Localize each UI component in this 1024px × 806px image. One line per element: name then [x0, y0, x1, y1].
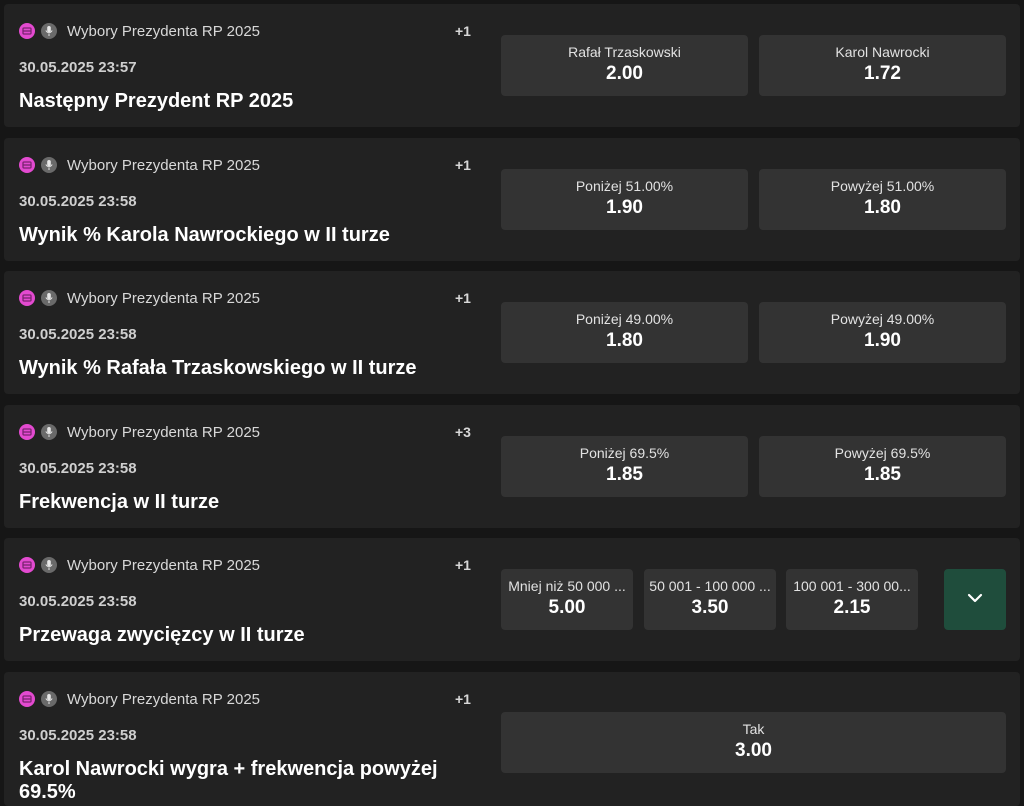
more-markets-link[interactable]: +3 — [455, 424, 471, 440]
odds-value: 2.15 — [833, 597, 871, 618]
odds-value: 1.80 — [606, 330, 643, 351]
event-title[interactable]: Wynik % Karola Nawrockiego w II turze — [19, 224, 489, 247]
odds-value: 3.00 — [735, 740, 772, 761]
odds-button[interactable]: Powyżej 69.5% 1.85 — [759, 436, 1006, 497]
outcome-label: Rafał Trzaskowski — [568, 44, 681, 60]
odds-button[interactable]: Karol Nawrocki 1.72 — [759, 35, 1006, 96]
event-list: Wybory Prezydenta RP 2025 +1 30.05.2025 … — [0, 0, 1024, 806]
league-name[interactable]: Wybory Prezydenta RP 2025 — [67, 557, 260, 574]
more-markets-link[interactable]: +1 — [455, 691, 471, 707]
microphone-icon — [41, 557, 57, 573]
event-datetime: 30.05.2025 23:58 — [19, 193, 137, 210]
microphone-icon — [41, 691, 57, 707]
event-title[interactable]: Następny Prezydent RP 2025 — [19, 90, 489, 113]
more-markets-link[interactable]: +1 — [455, 157, 471, 173]
outcome-label: Powyżej 51.00% — [830, 178, 935, 194]
more-markets-link[interactable]: +1 — [455, 23, 471, 39]
event-title[interactable]: Wynik % Rafała Trzaskowskiego w II turze — [19, 357, 489, 380]
outcome-label: Karol Nawrocki — [835, 44, 930, 60]
odds-button[interactable]: 100 001 - 300 00... 2.15 — [786, 569, 918, 630]
event-title[interactable]: Frekwencja w II turze — [19, 491, 489, 514]
outcome-label: Poniżej 69.5% — [579, 445, 670, 461]
outcome-label: 100 001 - 300 00... — [793, 578, 911, 594]
more-markets-link[interactable]: +1 — [455, 557, 471, 573]
event-meta: Wybory Prezydenta RP 2025 — [19, 289, 260, 307]
outcome-label: 50 001 - 100 000 ... — [649, 578, 771, 594]
event-datetime: 30.05.2025 23:58 — [19, 460, 137, 477]
event-datetime: 30.05.2025 23:58 — [19, 727, 137, 744]
event-datetime: 30.05.2025 23:58 — [19, 326, 137, 343]
more-markets-link[interactable]: +1 — [455, 290, 471, 306]
event-title[interactable]: Karol Nawrocki wygra + frekwencja powyże… — [19, 758, 489, 804]
odds-button[interactable]: Powyżej 49.00% 1.90 — [759, 302, 1006, 363]
league-name[interactable]: Wybory Prezydenta RP 2025 — [67, 691, 260, 708]
microphone-icon — [41, 157, 57, 173]
event-card[interactable]: Wybory Prezydenta RP 2025 +1 30.05.2025 … — [4, 672, 1020, 806]
poland-flag-icon — [19, 424, 35, 440]
odds-value: 1.90 — [606, 197, 643, 218]
odds-button[interactable]: Mniej niż 50 000 ... 5.00 — [501, 569, 633, 630]
league-name[interactable]: Wybory Prezydenta RP 2025 — [67, 290, 260, 307]
poland-flag-icon — [19, 157, 35, 173]
expand-outcomes-button[interactable] — [944, 569, 1006, 630]
event-card[interactable]: Wybory Prezydenta RP 2025 +1 30.05.2025 … — [4, 538, 1020, 661]
event-meta: Wybory Prezydenta RP 2025 — [19, 690, 260, 708]
event-card[interactable]: Wybory Prezydenta RP 2025 +1 30.05.2025 … — [4, 138, 1020, 261]
poland-flag-icon — [19, 23, 35, 39]
league-name[interactable]: Wybory Prezydenta RP 2025 — [67, 23, 260, 40]
event-card[interactable]: Wybory Prezydenta RP 2025 +1 30.05.2025 … — [4, 271, 1020, 394]
outcome-label: Powyżej 69.5% — [834, 445, 931, 461]
league-name[interactable]: Wybory Prezydenta RP 2025 — [67, 157, 260, 174]
microphone-icon — [41, 424, 57, 440]
event-meta: Wybory Prezydenta RP 2025 — [19, 22, 260, 40]
microphone-icon — [41, 23, 57, 39]
odds-button[interactable]: Powyżej 51.00% 1.80 — [759, 169, 1006, 230]
event-card[interactable]: Wybory Prezydenta RP 2025 +3 30.05.2025 … — [4, 405, 1020, 528]
outcome-label: Poniżej 49.00% — [575, 311, 674, 327]
outcome-label: Mniej niż 50 000 ... — [508, 578, 626, 594]
odds-value: 1.72 — [864, 63, 901, 84]
odds-value: 1.90 — [864, 330, 901, 351]
odds-value: 2.00 — [606, 63, 643, 84]
event-datetime: 30.05.2025 23:58 — [19, 593, 137, 610]
microphone-icon — [41, 290, 57, 306]
event-title[interactable]: Przewaga zwycięzcy w II turze — [19, 624, 489, 647]
odds-value: 1.85 — [864, 464, 901, 485]
outcome-label: Powyżej 49.00% — [830, 311, 935, 327]
odds-value: 1.80 — [864, 197, 901, 218]
poland-flag-icon — [19, 691, 35, 707]
event-meta: Wybory Prezydenta RP 2025 — [19, 156, 260, 174]
event-meta: Wybory Prezydenta RP 2025 — [19, 556, 260, 574]
odds-button[interactable]: 50 001 - 100 000 ... 3.50 — [644, 569, 776, 630]
poland-flag-icon — [19, 290, 35, 306]
league-name[interactable]: Wybory Prezydenta RP 2025 — [67, 424, 260, 441]
odds-button[interactable]: Poniżej 51.00% 1.90 — [501, 169, 748, 230]
event-card[interactable]: Wybory Prezydenta RP 2025 +1 30.05.2025 … — [4, 4, 1020, 127]
odds-button[interactable]: Rafał Trzaskowski 2.00 — [501, 35, 748, 96]
odds-button[interactable]: Poniżej 49.00% 1.80 — [501, 302, 748, 363]
outcome-label: Poniżej 51.00% — [575, 178, 674, 194]
event-datetime: 30.05.2025 23:57 — [19, 59, 137, 76]
odds-button[interactable]: Poniżej 69.5% 1.85 — [501, 436, 748, 497]
outcome-label: Tak — [742, 721, 765, 737]
event-meta: Wybory Prezydenta RP 2025 — [19, 423, 260, 441]
odds-value: 1.85 — [606, 464, 643, 485]
chevron-down-icon — [966, 591, 984, 609]
odds-button[interactable]: Tak 3.00 — [501, 712, 1006, 773]
odds-value: 3.50 — [691, 597, 729, 618]
odds-value: 5.00 — [548, 597, 586, 618]
poland-flag-icon — [19, 557, 35, 573]
